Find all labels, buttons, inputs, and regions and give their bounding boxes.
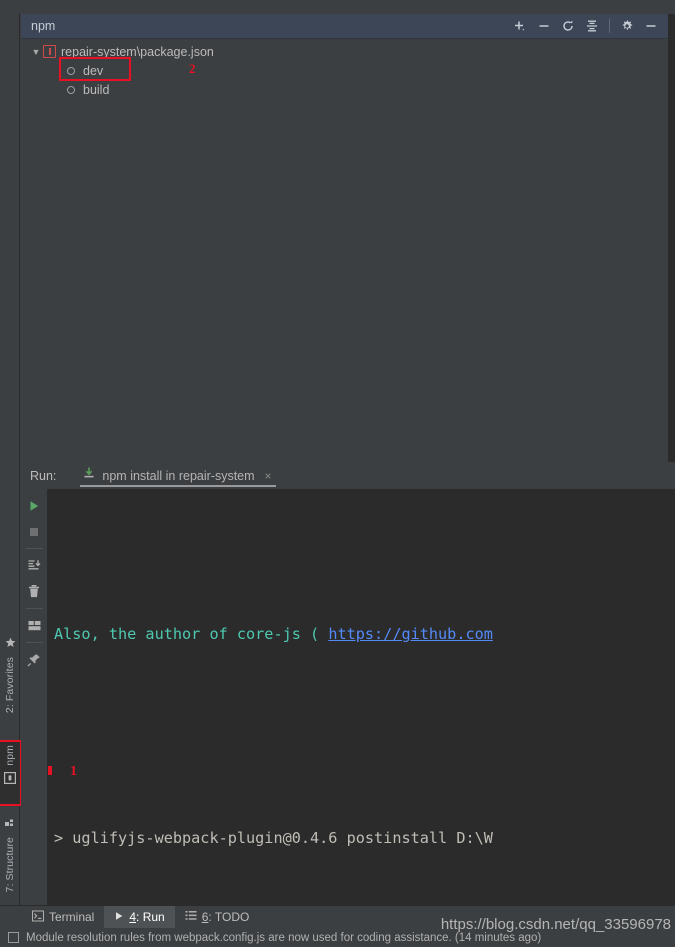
script-bullet-icon <box>67 85 75 94</box>
sidebar-item-favorites-label: 2: Favorites <box>4 657 16 714</box>
run-panel-body: 1 Also, the author of core-js ( https://… <box>21 489 675 914</box>
close-icon[interactable]: × <box>265 469 272 483</box>
npm-panel-icon <box>4 771 17 787</box>
bottom-tab-run-text: : Run <box>136 910 165 924</box>
structure-icon <box>4 817 16 831</box>
json-file-icon <box>43 45 56 58</box>
bottom-tab-terminal-label: Terminal <box>49 910 95 924</box>
console-segment: > uglifyjs-webpack-plugin@0.4.6 postinst… <box>54 828 493 847</box>
toolbar-divider <box>25 642 43 643</box>
bottom-tab-todo-text: : TODO <box>208 910 250 924</box>
print-icon[interactable] <box>22 613 47 638</box>
npm-script-tree: ▼ repair-system\package.json dev build 2 <box>21 39 668 462</box>
toolbar-divider <box>25 608 43 609</box>
tree-script-dev-label: dev <box>83 63 104 78</box>
tree-root-label: repair-system\package.json <box>61 44 214 59</box>
scroll-to-end-icon[interactable] <box>22 553 47 578</box>
npm-panel-actions <box>509 16 668 36</box>
bottom-tab-todo-label: 6: TODO <box>202 910 250 924</box>
console-line: > uglifyjs-webpack-plugin@0.4.6 postinst… <box>54 826 675 852</box>
tree-script-dev[interactable]: dev <box>21 61 668 80</box>
stop-icon[interactable] <box>22 519 47 544</box>
run-toolbar <box>21 489 48 914</box>
bottom-tab-run-label: 4: Run <box>129 910 164 924</box>
status-bar-message: Module resolution rules from webpack.con… <box>26 931 542 944</box>
bottom-tab-terminal[interactable]: Terminal <box>22 906 104 929</box>
sidebar-item-structure[interactable]: 7: Structure <box>0 814 20 895</box>
npm-panel-header: npm <box>21 14 668 39</box>
collapse-all-icon[interactable] <box>581 16 603 36</box>
run-tab-title: npm install in repair-system <box>102 468 255 483</box>
console-line: Also, the author of core-js ( https://gi… <box>54 622 675 648</box>
pin-icon[interactable] <box>22 647 47 672</box>
npm-tool-panel: npm ▼ repair-system\package.json dev bui… <box>21 14 668 462</box>
tree-root-package-json[interactable]: ▼ repair-system\package.json <box>21 42 668 61</box>
toolbar-divider <box>25 548 43 549</box>
play-small-icon <box>114 910 124 924</box>
terminal-icon <box>32 910 44 925</box>
play-icon[interactable] <box>22 493 47 518</box>
run-console-output[interactable]: 1 Also, the author of core-js ( https://… <box>48 489 675 914</box>
npm-panel-title: npm <box>31 19 56 33</box>
sidebar-item-npm[interactable]: npm <box>0 740 22 806</box>
plus-dropdown-icon[interactable] <box>509 16 531 36</box>
run-tab-npm-install[interactable]: npm install in repair-system × <box>76 462 279 489</box>
run-tab-bar: Run: npm install in repair-system × <box>21 462 675 489</box>
bottom-tab-run[interactable]: 4: Run <box>104 905 175 929</box>
minimize-icon[interactable] <box>640 16 662 36</box>
console-segment: Also, the author of core-js ( <box>54 624 329 643</box>
todo-list-icon <box>185 910 197 924</box>
run-panel-label: Run: <box>30 468 57 483</box>
script-bullet-icon <box>67 66 75 75</box>
bottom-tool-window-bar: Terminal 4: Run 6: TODO <box>0 905 675 929</box>
bottom-tab-todo[interactable]: 6: TODO <box>175 906 260 929</box>
sidebar-item-structure-label: 7: Structure <box>4 837 16 893</box>
gear-icon[interactable] <box>616 16 638 36</box>
refresh-icon[interactable] <box>557 16 579 36</box>
annotation-label-1: 1 <box>70 764 77 779</box>
annotation-marker-1 <box>48 766 52 775</box>
status-bar: Module resolution rules from webpack.con… <box>0 928 675 947</box>
console-link[interactable]: https://github.com <box>328 625 493 643</box>
minus-icon[interactable] <box>533 16 555 36</box>
star-icon <box>5 637 16 651</box>
sidebar-item-favorites[interactable]: 2: Favorites <box>0 634 20 716</box>
notification-icon[interactable] <box>8 932 19 943</box>
chevron-down-icon[interactable]: ▼ <box>29 47 43 57</box>
ide-window: 2: Favorites npm 7: Structure npm ▼ repa… <box>0 0 675 947</box>
toolbar-separator <box>609 19 610 33</box>
left-tool-strip: 2: Favorites npm 7: Structure <box>0 14 22 947</box>
tree-script-build[interactable]: build <box>21 80 668 99</box>
annotation-label-2: 2 <box>189 61 196 76</box>
editor-right-edge <box>668 14 675 462</box>
run-tool-panel: Run: npm install in repair-system × 1 Al… <box>21 462 675 914</box>
run-config-icon <box>82 466 96 485</box>
tree-script-build-label: build <box>83 82 110 97</box>
trash-icon[interactable] <box>22 579 47 604</box>
sidebar-item-npm-label: npm <box>4 745 16 766</box>
window-top-strip <box>0 0 675 14</box>
